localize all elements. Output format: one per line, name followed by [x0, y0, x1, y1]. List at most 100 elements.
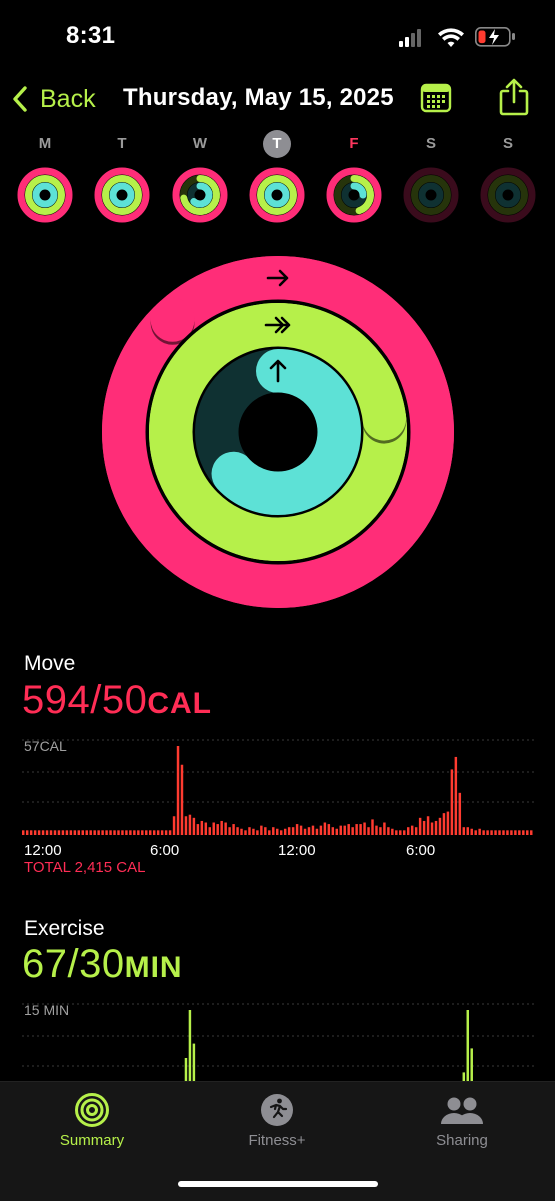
chart-bar — [383, 822, 386, 835]
chart-bar — [299, 825, 303, 835]
status-icons — [399, 27, 515, 47]
chart-bar — [466, 827, 469, 835]
calendar-icon[interactable] — [420, 82, 452, 114]
chart-bar — [450, 769, 454, 835]
tab-summary[interactable]: Summary — [32, 1092, 152, 1149]
chart-bar — [367, 827, 370, 835]
battery-icon — [475, 27, 515, 47]
day-rings-icon — [249, 167, 305, 223]
chart-bar — [315, 828, 319, 835]
day-rings-icon — [17, 167, 73, 223]
chart-bar — [105, 830, 108, 835]
week-day[interactable]: S — [478, 130, 538, 224]
week-day[interactable]: M — [15, 130, 75, 224]
signal-icon — [399, 29, 421, 47]
chart-bar — [478, 828, 481, 835]
chart-bar — [61, 830, 65, 835]
chart-bar — [406, 827, 410, 835]
chart-bar — [220, 820, 223, 835]
chart-bar — [462, 827, 466, 835]
chart-bar — [502, 830, 505, 835]
chart-bar — [22, 830, 25, 835]
tab-fitness-plus[interactable]: Fitness+ — [217, 1092, 337, 1149]
chart-bar — [335, 828, 339, 835]
week-day[interactable]: F — [324, 130, 384, 224]
chart-bar — [160, 830, 164, 835]
tab-fitness-plus-label: Fitness+ — [248, 1132, 306, 1149]
status-time: 8:31 — [66, 22, 116, 49]
chart-bar — [81, 830, 84, 835]
chart-bar — [29, 830, 33, 835]
chart-bar — [49, 830, 53, 835]
chart-bar — [482, 830, 485, 835]
back-button[interactable]: Back — [12, 82, 96, 116]
chart-bar — [228, 827, 231, 835]
day-rings-icon — [326, 167, 382, 223]
chart-bar — [287, 827, 291, 835]
chart-bar — [73, 830, 77, 835]
chart-bar — [216, 824, 219, 835]
chart-bar — [470, 1048, 473, 1082]
chart-bar — [264, 827, 267, 835]
chart-bar — [33, 830, 37, 835]
chart-tick-label: 6:00 — [150, 842, 179, 859]
chart-bar — [434, 820, 438, 835]
day-rings-icon — [403, 167, 459, 223]
chart-bar — [248, 827, 251, 835]
chart-bar — [196, 824, 200, 835]
share-icon[interactable] — [498, 77, 530, 117]
chart-bar — [530, 830, 533, 835]
chevron-left-icon — [13, 86, 27, 112]
chart-bar — [458, 792, 462, 835]
chart-bar — [260, 825, 263, 835]
chart-bar — [526, 830, 529, 835]
chart-bar — [387, 827, 390, 835]
chart-tick-label: 12:00 — [278, 842, 316, 859]
chart-bar — [403, 830, 406, 835]
chart-bar — [418, 817, 422, 835]
chart-bar — [200, 820, 204, 835]
back-label: Back — [40, 84, 96, 113]
day-rings-icon — [94, 167, 150, 223]
chart-bar — [466, 1010, 469, 1082]
chart-bar — [331, 827, 335, 835]
chart-bar — [236, 827, 239, 835]
chart-bar — [97, 830, 100, 835]
tab-sharing[interactable]: Sharing — [402, 1092, 522, 1149]
chart-bar — [252, 828, 255, 835]
chart-bar — [137, 830, 140, 835]
week-day-label: M — [38, 135, 52, 152]
chart-bar — [240, 828, 243, 835]
chart-bar — [371, 819, 374, 835]
week-day-label: T — [117, 135, 127, 152]
home-indicator — [178, 1181, 378, 1187]
chart-bar — [113, 830, 116, 835]
chart-bar — [276, 828, 279, 835]
week-day[interactable]: W — [170, 130, 230, 224]
chart-bar — [510, 830, 513, 835]
chart-bar — [149, 830, 152, 835]
chart-bar — [395, 830, 398, 835]
chart-bar — [518, 830, 521, 835]
chart-bar — [422, 820, 426, 835]
chart-bar — [45, 830, 49, 835]
chart-bar — [351, 827, 354, 835]
chart-bar — [256, 830, 259, 835]
chart-tick-label: 6:00 — [406, 842, 435, 859]
chart-bar — [164, 830, 168, 835]
week-day[interactable]: T — [92, 130, 152, 224]
chart-bar — [121, 830, 124, 835]
chart-bar — [117, 830, 120, 835]
exercise-value-unit: MIN — [124, 951, 183, 984]
chart-bar — [474, 830, 477, 835]
chart-bar — [212, 822, 215, 835]
week-day[interactable]: T — [247, 130, 307, 224]
week-day[interactable]: S — [401, 130, 461, 224]
chart-bar — [323, 822, 327, 835]
chart-bar — [279, 830, 283, 835]
chart-bar — [268, 830, 271, 835]
move-chart: 57CAL 12:00 6:00 12:00 6:00 — [22, 738, 534, 859]
chart-bar — [355, 824, 358, 835]
chart-bar — [490, 830, 493, 835]
move-title: Move — [24, 652, 76, 675]
